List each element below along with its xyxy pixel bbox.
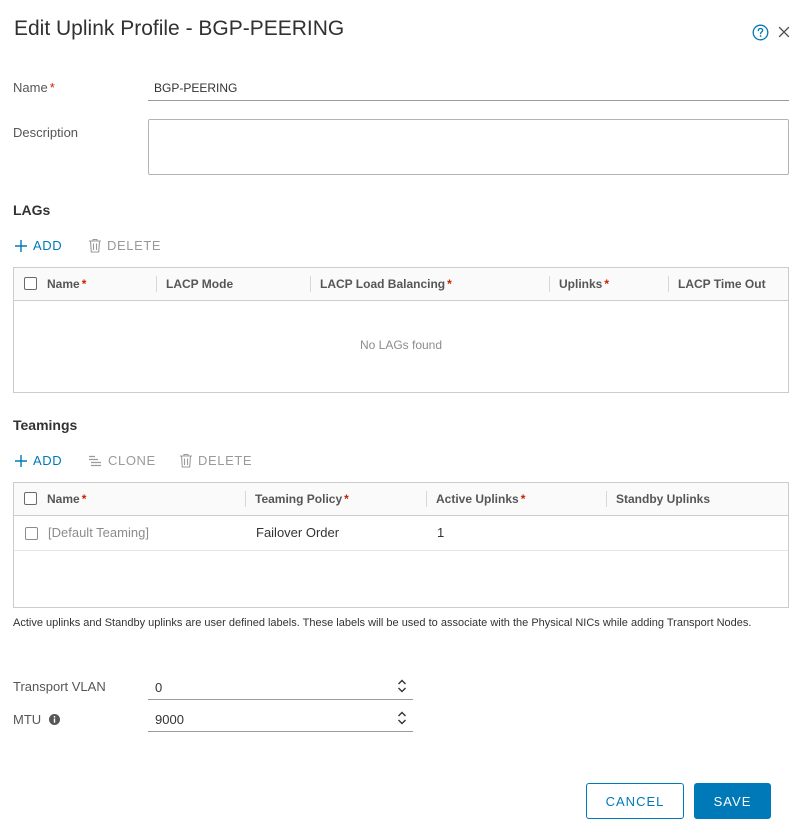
column-separator <box>310 276 311 292</box>
required-marker: * <box>344 492 349 506</box>
required-marker: * <box>81 277 87 291</box>
plus-icon <box>15 454 27 467</box>
column-separator <box>606 491 607 507</box>
required-marker: * <box>604 277 610 291</box>
teamings-delete-button[interactable]: DELETE <box>179 453 252 468</box>
lags-section-title: LAGs <box>13 202 51 218</box>
dialog-title: Edit Uplink Profile - BGP-PEERING <box>14 17 345 40</box>
lags-add-label: ADD <box>33 238 63 253</box>
teaming-policy-cell: Failover Order <box>256 525 340 540</box>
teamings-col-active-uplinks[interactable]: Active Uplinks * <box>436 483 525 515</box>
plus-icon <box>15 239 27 252</box>
column-separator <box>245 491 246 507</box>
teamings-col-name[interactable]: Name * <box>47 483 86 515</box>
description-input[interactable] <box>148 119 789 175</box>
transport-vlan-input[interactable]: 0 <box>148 673 413 700</box>
close-icon[interactable] <box>778 26 790 38</box>
mtu-input[interactable]: 9000 <box>148 705 413 732</box>
lags-col-name[interactable]: Name * <box>47 268 86 300</box>
column-separator <box>156 276 157 292</box>
lags-col-uplinks[interactable]: Uplinks * <box>559 268 609 300</box>
help-icon[interactable] <box>752 24 769 41</box>
trash-icon <box>89 238 101 253</box>
lags-col-lacp-time-out[interactable]: LACP Time Out <box>678 268 766 300</box>
save-button[interactable]: SAVE <box>694 783 771 819</box>
uplinks-helper-text: Active uplinks and Standby uplinks are u… <box>13 617 752 629</box>
teamings-add-label: ADD <box>33 453 63 468</box>
teamings-col-standby-uplinks[interactable]: Standby Uplinks <box>616 483 710 515</box>
teamings-add-button[interactable]: ADD <box>14 453 62 468</box>
lags-delete-button[interactable]: DELETE <box>88 238 161 253</box>
mtu-label: MTU <box>13 712 60 727</box>
active-uplinks-cell: 1 <box>437 525 445 540</box>
required-marker: * <box>447 277 452 291</box>
transport-vlan-label: Transport VLAN <box>13 679 106 694</box>
cancel-button[interactable]: CANCEL <box>586 783 684 819</box>
lags-grid-header: Name * LACP Mode LACP Load Balancing * Upl… <box>14 268 788 301</box>
teamings-delete-label: DELETE <box>198 453 253 468</box>
required-marker: * <box>81 492 87 506</box>
required-marker: * <box>49 80 55 95</box>
info-circle-icon[interactable] <box>48 714 60 725</box>
required-marker: * <box>520 492 526 506</box>
lags-col-lacp-mode[interactable]: LACP Mode <box>166 268 233 300</box>
teamings-grid: Name * Teaming Policy * Active Uplinks * St… <box>13 482 789 608</box>
lags-grid: Name * LACP Mode LACP Load Balancing * Upl… <box>13 267 789 393</box>
clone-icon <box>89 455 101 466</box>
teamings-select-all-checkbox[interactable] <box>24 492 37 505</box>
lags-empty-message: No LAGs found <box>359 338 443 352</box>
mtu-value: 9000 <box>155 712 184 727</box>
teamings-grid-header: Name * Teaming Policy * Active Uplinks * St… <box>14 483 788 516</box>
lags-delete-label: DELETE <box>107 238 162 253</box>
name-input[interactable] <box>148 75 789 101</box>
column-separator <box>668 276 669 292</box>
teaming-name-cell: [Default Teaming] <box>48 525 149 540</box>
spinner-arrows-icon[interactable] <box>397 678 407 694</box>
teamings-col-teaming-policy[interactable]: Teaming Policy * <box>255 483 349 515</box>
column-separator <box>549 276 550 292</box>
description-label: Description <box>13 125 79 140</box>
lags-col-lacp-load-balancing[interactable]: LACP Load Balancing * <box>320 268 452 300</box>
name-label: Name * <box>13 80 55 95</box>
transport-vlan-value: 0 <box>155 680 163 695</box>
trash-icon <box>180 453 192 468</box>
teamings-clone-button[interactable]: CLONE <box>88 453 156 468</box>
teamings-section-title: Teamings <box>13 417 78 433</box>
column-separator <box>426 491 427 507</box>
table-row[interactable]: [Default Teaming] Failover Order 1 <box>14 516 788 551</box>
spinner-arrows-icon[interactable] <box>397 710 407 726</box>
teamings-clone-label: CLONE <box>108 453 156 468</box>
row-checkbox[interactable] <box>25 527 38 540</box>
lags-select-all-checkbox[interactable] <box>24 277 37 290</box>
lags-add-button[interactable]: ADD <box>14 238 62 253</box>
